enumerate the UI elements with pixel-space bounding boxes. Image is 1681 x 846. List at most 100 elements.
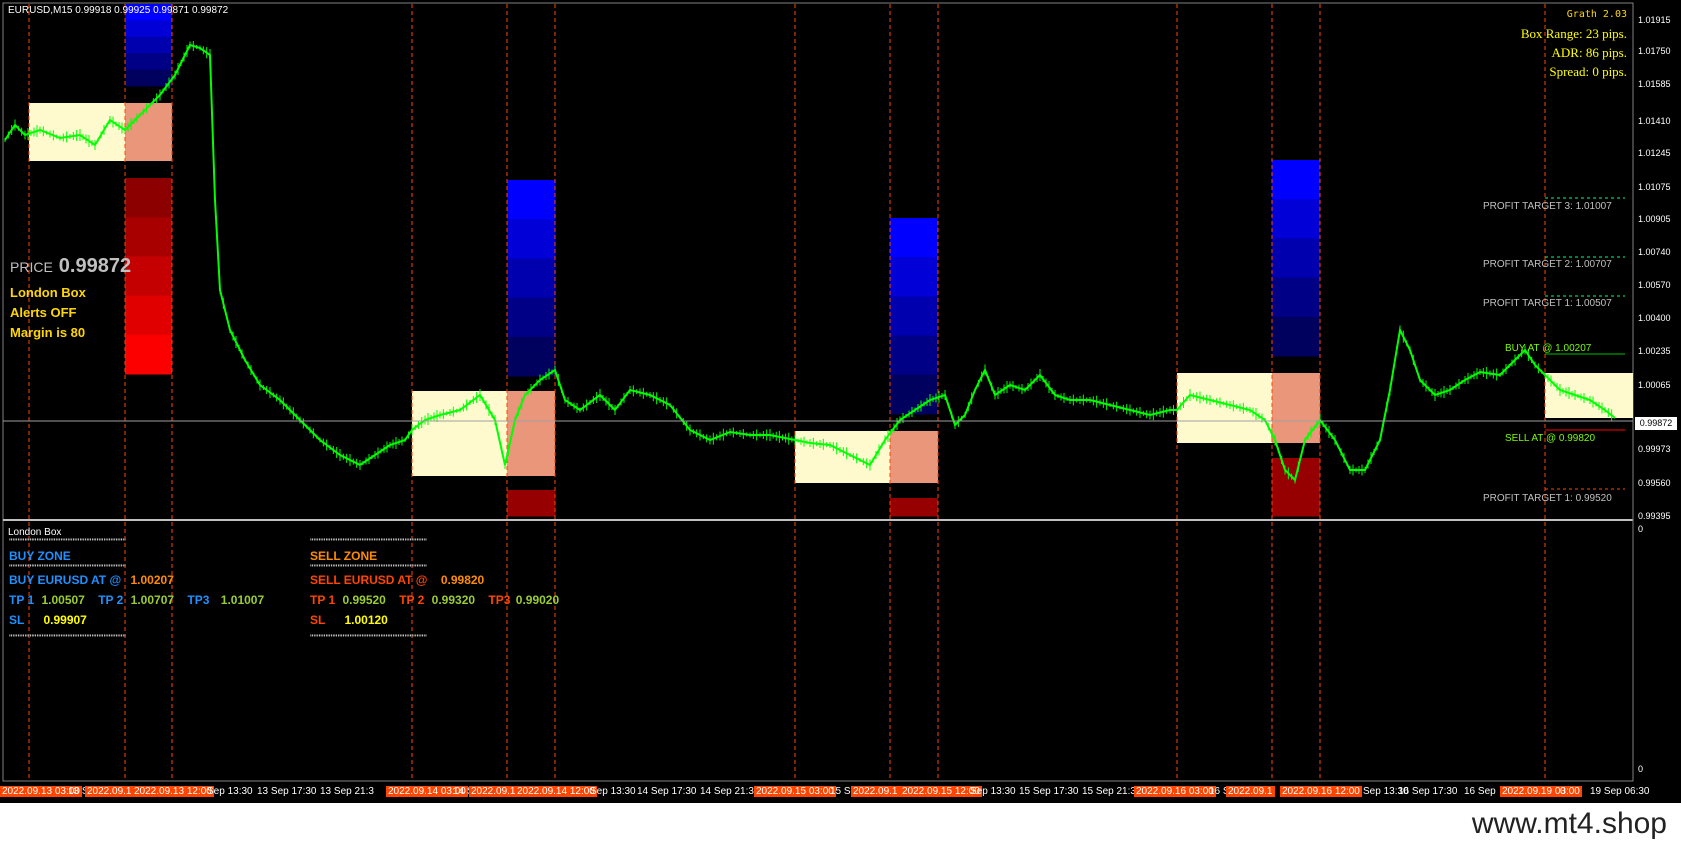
breakout-box — [890, 431, 938, 483]
price-axis-label: 1.01585 — [1638, 79, 1671, 89]
time-axis-label: 15 S — [830, 786, 851, 797]
buy-zone-block — [507, 258, 555, 299]
sell-sl-row: SL 1.00120 — [310, 613, 388, 627]
buy-at-value: 1.00207 — [130, 573, 174, 587]
sell-divider-2: ''''''''''''''''''''''''''''''''''''''''… — [310, 563, 427, 573]
price-axis-label: 1.00570 — [1638, 280, 1671, 290]
price-axis-label: 0.99973 — [1638, 444, 1671, 454]
sell-at-value: 0.99820 — [440, 573, 485, 587]
profit-target-1-buy: PROFIT TARGET 1: 1.00507 — [1483, 298, 1612, 309]
sell-at-text: SELL EURUSD AT @ — [310, 573, 428, 587]
buy-tp3-label: TP3 — [187, 593, 210, 607]
time-axis-label: 16 Sep — [1464, 786, 1496, 797]
buy-sl-value: 0.99907 — [43, 613, 87, 627]
price-axis-label: 1.01750 — [1638, 46, 1671, 56]
sell-zone-block — [125, 217, 172, 257]
chart-window[interactable]: EURUSD,M15 0.99918 0.99925 0.99871 0.998… — [0, 0, 1681, 846]
sell-tp2-label: TP 2 — [399, 593, 425, 607]
buy-zone-block — [1272, 316, 1320, 357]
buy-zone-block — [1272, 199, 1320, 239]
buy-tp3-value: 1.01007 — [220, 593, 265, 607]
buy-entry-row: BUY EURUSD AT @ 1.00207 — [9, 573, 174, 587]
profit-target-3-buy: PROFIT TARGET 3: 1.01007 — [1483, 201, 1612, 212]
price-axis-label: 1.01915 — [1638, 15, 1671, 25]
time-axis-label: 2022.09.13 12:00 — [132, 786, 214, 797]
buy-tp1-value: 1.00507 — [41, 593, 85, 607]
box-range-label: Box Range: 23 pips. — [1520, 26, 1627, 41]
margin-label: Margin is 80 — [10, 325, 86, 340]
buy-zone-block — [507, 297, 555, 338]
sell-zone-title: SELL ZONE — [310, 549, 378, 563]
sell-tp2-value: 0.99320 — [431, 593, 476, 607]
sell-zone-block — [125, 295, 172, 336]
time-axis-label: 2022.09.1 — [469, 786, 518, 797]
buy-tp2-value: 1.00707 — [130, 593, 175, 607]
sell-entry-row: SELL EURUSD AT @ 0.99820 — [310, 573, 484, 587]
subwindow-axis-bottom: 0 — [1638, 764, 1644, 774]
buy-zone-block — [507, 336, 555, 377]
buy-zone-block — [507, 180, 555, 220]
sell-zone-block — [125, 334, 172, 375]
buy-zone-block — [125, 69, 172, 87]
indicator-version: Grath 2.03 — [1566, 9, 1627, 20]
buy-tp1-label: TP 1 — [9, 593, 35, 607]
buy-zone-block — [125, 53, 172, 71]
price-axis-label: 1.00740 — [1638, 247, 1671, 257]
london-box-label: London Box — [10, 285, 86, 300]
buy-zone-block — [1272, 238, 1320, 279]
buy-tp2-label: TP 2 — [98, 593, 124, 607]
profit-target-1-sell: PROFIT TARGET 1: 0.99520 — [1483, 493, 1612, 504]
price-axis-label: 1.01410 — [1638, 116, 1671, 126]
buy-zone-block — [890, 218, 938, 258]
london-box — [1545, 373, 1633, 418]
time-axis-label: 2022.09.19 03:00 — [1500, 786, 1582, 797]
buy-divider-2: ''''''''''''''''''''''''''''''''''''''''… — [9, 563, 126, 573]
time-axis-label: 0 — [1560, 786, 1566, 797]
buy-zone-block — [1272, 160, 1320, 200]
sell-zone-block — [507, 490, 555, 517]
sell-tp1-label: TP 1 — [310, 593, 336, 607]
subwindow-axis-top: 0 — [1638, 524, 1644, 534]
buy-sl-row: SL 0.99907 — [9, 613, 87, 627]
sell-tp-row: TP 1 0.99520 TP 2 0.99320 TP3 0.99020 — [310, 593, 559, 607]
price-axis-label: 0.99395 — [1638, 511, 1671, 521]
sell-at-label: SELL AT @ 0.99820 — [1505, 433, 1596, 444]
sell-zone-block — [125, 178, 172, 218]
sell-zone-block — [1272, 458, 1320, 517]
buy-zone-block — [890, 257, 938, 297]
london-box — [412, 391, 507, 476]
buy-zone-block — [890, 374, 938, 415]
spread-label: Spread: 0 pips. — [1549, 64, 1627, 79]
time-axis-label: 2022.09.16 12:00 — [1280, 786, 1362, 797]
buy-zone-title: BUY ZONE — [9, 549, 71, 563]
sell-sl-label: SL — [310, 613, 326, 627]
watermark-text: www.mt4.shop — [1471, 807, 1667, 840]
price-axis-label: 1.00905 — [1638, 214, 1671, 224]
sell-divider-3: ''''''''''''''''''''''''''''''''''''''''… — [310, 633, 427, 643]
sell-zone-block — [890, 498, 938, 517]
time-axis-label: 13 Sep 21:3 — [320, 786, 374, 797]
price-value: 0.99872 — [58, 255, 132, 277]
time-axis-label: 19 Sep 06:30 — [1590, 786, 1650, 797]
buy-tp-row: TP 1 1.00507 TP 2 1.00707 TP3 1.01007 — [9, 593, 264, 607]
profit-target-2-buy: PROFIT TARGET 2: 1.00707 — [1483, 259, 1612, 270]
buy-at-label: BUY AT @ 1.00207 — [1505, 343, 1592, 354]
buy-zone-block — [125, 36, 172, 54]
time-axis-label: 15 Sep 17:30 — [1019, 786, 1079, 797]
london-box — [1177, 373, 1272, 443]
price-chart[interactable] — [0, 0, 1681, 803]
price-readout: PRICE 0.99872 — [10, 255, 131, 278]
breakout-box — [125, 103, 172, 161]
sell-sl-value: 1.00120 — [344, 613, 388, 627]
breakout-box — [507, 391, 555, 476]
alerts-status: Alerts OFF — [10, 305, 77, 320]
sell-tp3-value: 0.99020 — [515, 593, 560, 607]
buy-at-text: BUY EURUSD AT @ — [9, 573, 122, 587]
buy-zone-block — [890, 296, 938, 337]
time-axis-label: Sep 13:30 — [970, 786, 1016, 797]
price-line — [4, 43, 1616, 482]
time-axis-label: 2022.09.1 — [85, 786, 134, 797]
price-axis-label: 1.01245 — [1638, 148, 1671, 158]
time-axis-label: 2022.09.14 12:00 — [515, 786, 597, 797]
time-axis-label: 14 Sep 17:30 — [637, 786, 697, 797]
